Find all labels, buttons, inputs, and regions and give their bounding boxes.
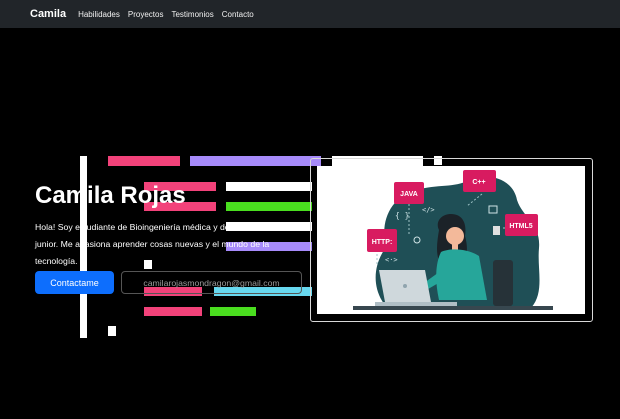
hero-description: Hola! Soy estudiante de Bioingeniería mé…: [35, 222, 276, 266]
svg-text:JAVA: JAVA: [400, 191, 418, 198]
navbar: Camila Habilidades Proyectos Testimonios…: [0, 0, 620, 28]
svg-text:HTML5: HTML5: [509, 223, 532, 230]
decor-bar: [108, 326, 116, 336]
nav-link-contacto[interactable]: Contacto: [222, 10, 254, 19]
svg-text:</>: </>: [422, 206, 435, 214]
email-text: camilarojasmondragon@gmail.com: [143, 277, 280, 288]
hero-title: Camila Rojas: [35, 182, 186, 209]
svg-text:C++: C++: [472, 179, 485, 186]
nav-link-testimonios[interactable]: Testimonios: [171, 10, 213, 19]
email-button[interactable]: camilarojasmondragon@gmail.com: [121, 271, 302, 294]
nav-link-habilidades[interactable]: Habilidades: [78, 10, 120, 19]
svg-text:<·>: <·>: [385, 256, 398, 264]
decor-bar: [144, 307, 202, 316]
decor-bar: [108, 156, 180, 166]
decor-bar: [210, 307, 256, 316]
developer-illustration: { } </> <·> JAVA C++ HTTP: HTML5: [317, 166, 585, 314]
java-tag: JAVA: [394, 182, 424, 204]
decor-bar: [226, 182, 312, 191]
svg-text:{ }: { }: [395, 211, 409, 220]
decor-bar: [226, 202, 312, 211]
brand-link[interactable]: Camila: [30, 8, 66, 20]
decor-bar: [190, 156, 321, 166]
nav-link-proyectos[interactable]: Proyectos: [128, 10, 164, 19]
cpp-tag: C++: [463, 170, 496, 192]
contact-button[interactable]: Contactame: [35, 271, 114, 294]
http-tag: HTTP:: [367, 229, 397, 252]
html5-tag: HTML5: [505, 214, 538, 236]
svg-text:HTTP:: HTTP:: [372, 239, 393, 246]
